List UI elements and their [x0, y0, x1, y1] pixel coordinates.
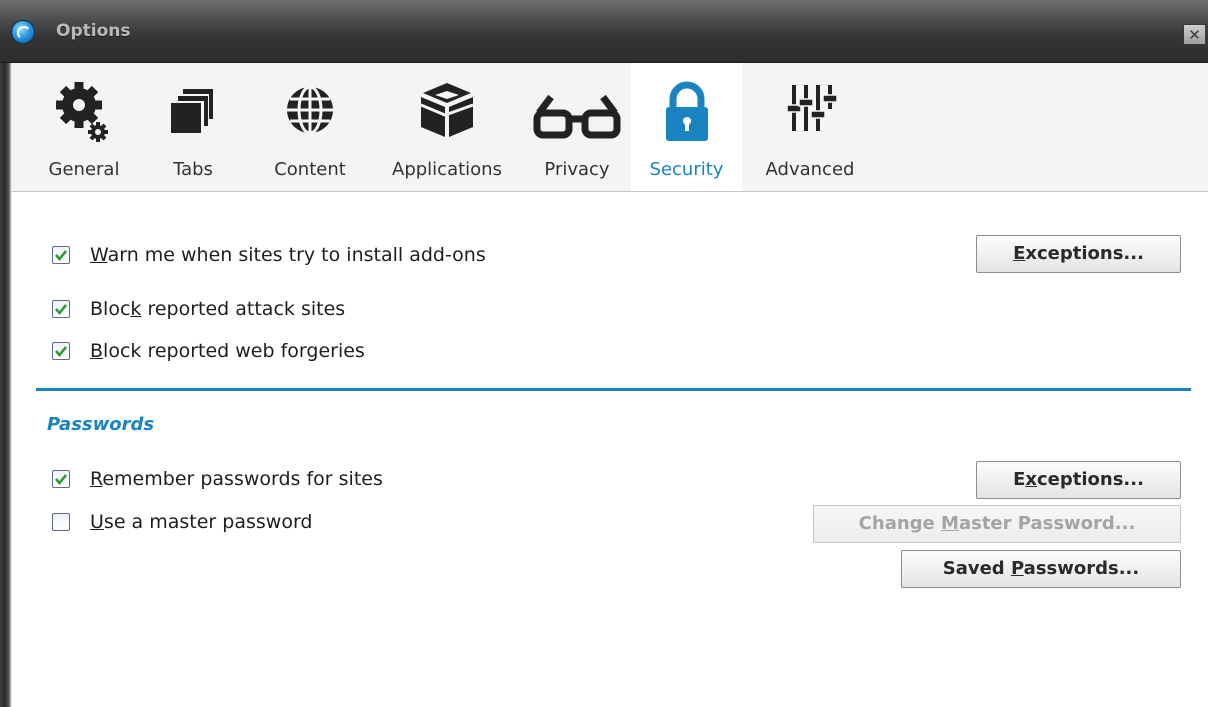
globe-icon [264, 77, 356, 147]
remember-passwords-label: Remember passwords for sites [90, 468, 383, 490]
glasses-icon [526, 77, 628, 147]
tab-label: Content [274, 159, 346, 180]
block-attack-label: Block reported attack sites [90, 298, 346, 320]
warn-addons-checkbox-row[interactable]: Warn me when sites try to install add-on… [52, 244, 612, 268]
saved-passwords-button[interactable]: Saved Passwords... [901, 550, 1181, 588]
block-attack-checkbox-row[interactable]: Block reported attack sites [52, 298, 452, 322]
tab-privacy[interactable]: Privacy [526, 63, 628, 191]
block-forgeries-label: Block reported web forgeries [90, 340, 365, 362]
block-forgeries-checkbox-row[interactable]: Block reported web forgeries [52, 340, 452, 364]
passwords-heading: Passwords [47, 414, 155, 435]
window-left-border [0, 0, 12, 707]
tab-advanced[interactable]: Advanced [764, 63, 856, 191]
block-forgeries-checkbox[interactable] [52, 342, 70, 360]
warn-addons-checkbox[interactable] [52, 246, 70, 264]
box-icon [384, 77, 510, 147]
tab-label: Applications [392, 159, 502, 180]
block-attack-checkbox[interactable] [52, 300, 70, 318]
options-toolbar: General Tabs Content Applications Privac… [12, 63, 1208, 192]
master-password-checkbox[interactable] [52, 513, 70, 531]
remember-passwords-checkbox[interactable] [52, 470, 70, 488]
change-master-password-button[interactable]: Change Master Password... [813, 505, 1181, 543]
section-divider [36, 388, 1191, 391]
addons-exceptions-button[interactable]: Exceptions... [976, 235, 1181, 273]
tab-label: Security [649, 159, 724, 180]
master-password-label: Use a master password [90, 511, 313, 533]
gear-icon [40, 77, 128, 147]
master-password-checkbox-row[interactable]: Use a master password [52, 511, 452, 535]
title-bar[interactable]: Options ✕ [0, 0, 1208, 63]
tab-content[interactable]: Content [264, 63, 356, 191]
sliders-icon [764, 77, 856, 147]
tab-label: Privacy [544, 159, 610, 180]
tab-label: Tabs [173, 159, 213, 180]
remember-passwords-checkbox-row[interactable]: Remember passwords for sites [52, 468, 472, 492]
window-title: Options [56, 21, 131, 41]
tab-label: General [48, 159, 120, 180]
tab-security[interactable]: Security [631, 63, 742, 191]
tab-applications[interactable]: Applications [384, 63, 510, 191]
tabs-icon [162, 77, 224, 147]
tab-tabs[interactable]: Tabs [162, 63, 224, 191]
app-logo-icon [11, 20, 35, 44]
passwords-exceptions-button[interactable]: Exceptions... [976, 461, 1181, 499]
tab-general[interactable]: General [40, 63, 128, 191]
lock-icon [631, 77, 742, 147]
tab-label: Advanced [765, 159, 855, 180]
close-button[interactable]: ✕ [1183, 24, 1206, 45]
warn-addons-label: Warn me when sites try to install add-on… [90, 244, 486, 266]
